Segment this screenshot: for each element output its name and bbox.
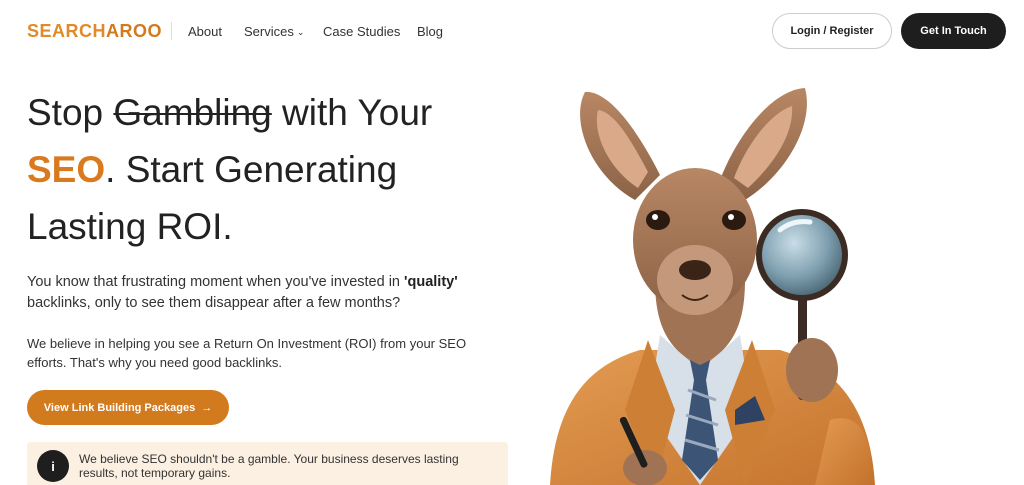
- heading-struck-word: Gambling: [113, 92, 272, 133]
- heading-start-generating: . Start Generating: [105, 149, 398, 190]
- kangaroo-detective-illustration: [550, 88, 875, 485]
- nav-services-label: Services: [244, 24, 294, 39]
- logo-divider: [171, 22, 172, 40]
- cta-label: View Link Building Packages: [43, 401, 196, 414]
- intro-text-a: You know that frustrating moment when yo…: [27, 274, 405, 290]
- heading-word-stop: Stop: [27, 92, 104, 133]
- info-icon: i: [37, 450, 69, 482]
- login-register-button[interactable]: Login / Register: [772, 13, 892, 49]
- seo-notice-box: i We believe SEO shouldn't be a gamble. …: [27, 442, 508, 485]
- hero-heading-line-2: SEO. Start Generating: [27, 141, 397, 198]
- searcharoo-logo[interactable]: SEARCHAROO: [27, 21, 162, 42]
- nav-about[interactable]: About: [188, 24, 222, 39]
- hero-roi-paragraph: We believe in helping you see a Return O…: [27, 336, 467, 370]
- site-header: SEARCHAROO About Services ⌄ Case Studies …: [0, 0, 1024, 62]
- view-link-building-packages-button[interactable]: View Link Building Packages →: [27, 390, 229, 425]
- nav-services[interactable]: Services ⌄: [244, 24, 304, 39]
- hero-heading-line-3: Lasting ROI.: [27, 206, 233, 247]
- chevron-down-icon: ⌄: [296, 27, 305, 37]
- nav-blog[interactable]: Blog: [417, 24, 443, 39]
- heading-word-with-your: with Your: [282, 92, 433, 133]
- intro-quality-emphasis: 'quality': [404, 274, 458, 290]
- intro-text-b: backlinks, only to see them disappear af…: [27, 295, 401, 311]
- nav-case-studies[interactable]: Case Studies: [323, 24, 400, 39]
- hero-heading-line-1: Stop Gambling with Your: [27, 84, 432, 141]
- heading-seo-highlight: SEO: [27, 149, 106, 190]
- logo-text-aroo: AROO: [106, 21, 163, 41]
- hero-intro-paragraph: You know that frustrating moment when yo…: [27, 272, 497, 314]
- get-in-touch-button[interactable]: Get In Touch: [901, 13, 1006, 49]
- page: SEARCHAROO About Services ⌄ Case Studies …: [0, 0, 1024, 485]
- logo-text-search: SEARCH: [27, 21, 107, 41]
- arrow-right-icon: →: [201, 401, 213, 414]
- notice-text: We believe SEO shouldn't be a gamble. Yo…: [79, 452, 459, 480]
